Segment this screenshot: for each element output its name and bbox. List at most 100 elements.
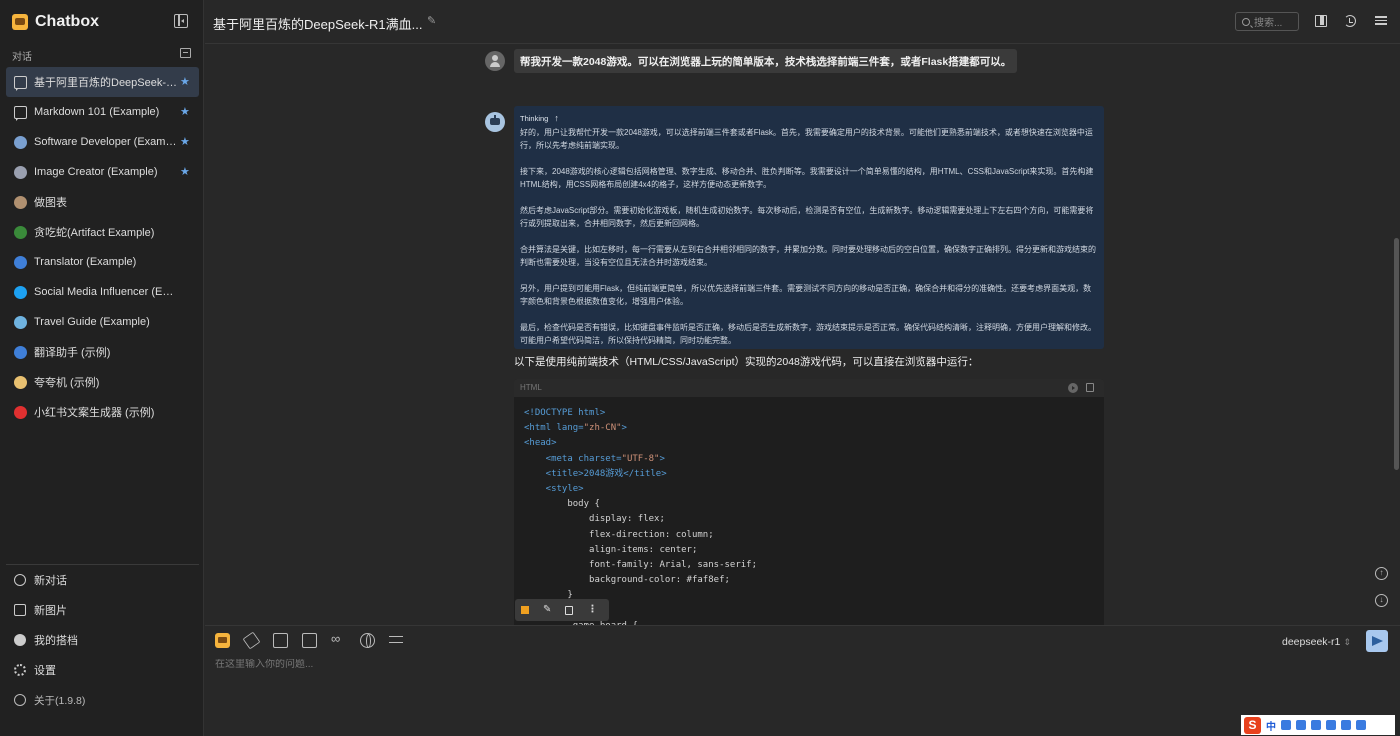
conversation-item[interactable]: Markdown 101 (Example) ★ bbox=[6, 97, 199, 127]
code-block: HTML <!DOCTYPE html> <html lang="zh-CN"> <… bbox=[514, 379, 1104, 625]
user-avatar bbox=[485, 51, 505, 71]
sidebar-bottom-label: 新对话 bbox=[34, 575, 67, 587]
conversation-item[interactable]: 基于阿里百炼的DeepSeek-R1满血版★ bbox=[6, 67, 199, 97]
settings-sliders-icon[interactable] bbox=[389, 633, 404, 648]
conversation-label: 基于阿里百炼的DeepSeek-R1满血版 bbox=[34, 77, 178, 89]
star-icon[interactable]: ★ bbox=[180, 75, 190, 88]
conversation-label: Social Media Influencer (Example) bbox=[34, 286, 178, 298]
stop-icon[interactable] bbox=[521, 606, 529, 614]
ime-mode[interactable]: 中 bbox=[1266, 718, 1276, 733]
model-selector[interactable]: deepseek-r1 ⇕ bbox=[1282, 636, 1351, 648]
chat-title: 基于阿里百炼的DeepSeek-R1满血... bbox=[213, 17, 423, 32]
archive-icon[interactable] bbox=[180, 48, 191, 58]
edit-title-icon[interactable]: ✎ bbox=[427, 16, 437, 27]
ime-skin-icon[interactable] bbox=[1326, 720, 1336, 730]
chatbox-logo-icon bbox=[12, 14, 28, 30]
ime-grid-icon[interactable] bbox=[1356, 720, 1366, 730]
search-placeholder: 搜索... bbox=[1254, 18, 1283, 29]
thinking-paragraph: 最后，检查代码是否有错误，比如键盘事件监听是否正确，移动后是否生成新数字，游戏结… bbox=[520, 323, 1096, 345]
more-options-icon[interactable]: ⋮ bbox=[587, 605, 597, 615]
message-input[interactable] bbox=[215, 659, 1215, 670]
ime-punctuation-icon[interactable] bbox=[1281, 720, 1291, 730]
copy-code-icon[interactable] bbox=[1086, 383, 1094, 392]
scroll-to-top-icon[interactable]: ↑ bbox=[1375, 567, 1388, 580]
sidebar-bottom-item[interactable]: 新对话 bbox=[6, 565, 199, 595]
conversation-item[interactable]: Social Media Influencer (Example) bbox=[6, 277, 199, 307]
conversation-item[interactable]: Travel Guide (Example) bbox=[6, 307, 199, 337]
conversation-item[interactable]: 小红书文案生成器 (示例) bbox=[6, 397, 199, 427]
code-line: align-items: center; bbox=[524, 544, 698, 555]
message-toolbar: ✎ ⋮ bbox=[515, 599, 609, 621]
prompt-library-icon[interactable] bbox=[215, 633, 230, 648]
thinking-paragraph: 好的，用户让我帮忙开发一款2048游戏，可以选择前端三件套或者Flask。首先，… bbox=[520, 128, 1093, 150]
star-icon[interactable]: ★ bbox=[180, 165, 190, 178]
conversation-item[interactable]: Image Creator (Example) ★ bbox=[6, 157, 199, 187]
attach-image-icon[interactable] bbox=[273, 633, 288, 648]
conversation-label: 做图表 bbox=[34, 197, 67, 209]
collapse-arrow-icon: ↑ bbox=[554, 113, 559, 123]
edit-message-icon[interactable]: ✎ bbox=[543, 605, 551, 615]
scroll-to-bottom-icon[interactable]: ↓ bbox=[1375, 594, 1388, 607]
collapse-sidebar-icon[interactable] bbox=[174, 14, 188, 28]
ime-logo-icon[interactable]: S bbox=[1244, 716, 1261, 734]
thinking-paragraph: 接下来，2048游戏的核心逻辑包括网格管理、数字生成、移动合并、胜负判断等。我需… bbox=[520, 167, 1094, 189]
search-icon bbox=[1242, 17, 1250, 26]
ime-voice-icon[interactable] bbox=[1296, 720, 1306, 730]
code-line: flex-direction: column; bbox=[524, 529, 714, 540]
plus-circle-icon bbox=[14, 574, 26, 586]
code-line: } bbox=[524, 590, 573, 601]
attach-file-icon[interactable] bbox=[302, 633, 317, 648]
thinking-content: 好的，用户让我帮忙开发一款2048游戏，可以选择前端三件套或者Flask。首先，… bbox=[520, 126, 1097, 347]
send-button[interactable] bbox=[1366, 630, 1388, 652]
sidebar-bottom-label: 设置 bbox=[34, 665, 56, 677]
header: 基于阿里百炼的DeepSeek-R1满血... ✎ 搜索... bbox=[205, 0, 1400, 44]
composer-toolbar bbox=[215, 631, 404, 650]
code-header: HTML bbox=[514, 379, 1104, 397]
thinking-paragraph: 另外，用户提到可能用Flask，但纯前端更简单，所以优先选择前端三件套。需要测试… bbox=[520, 284, 1092, 306]
thinking-label: Thinking bbox=[520, 114, 549, 123]
toggle-panel-icon[interactable] bbox=[1315, 15, 1327, 27]
clear-context-icon[interactable] bbox=[242, 631, 261, 650]
conversation-label: Software Developer (Example) bbox=[34, 136, 178, 148]
sidebar-bottom-item[interactable]: 设置 bbox=[6, 655, 199, 685]
robot-icon bbox=[14, 634, 26, 646]
chart-avatar-icon bbox=[14, 195, 27, 209]
conversations-section-label: 对话 bbox=[12, 52, 32, 63]
menu-icon[interactable] bbox=[1375, 14, 1387, 26]
history-icon[interactable] bbox=[1344, 15, 1356, 27]
conversation-item[interactable]: 贪吃蛇(Artifact Example) bbox=[6, 217, 199, 247]
conversation-label: Travel Guide (Example) bbox=[34, 316, 150, 328]
developer-avatar-icon bbox=[14, 135, 27, 149]
copy-message-icon[interactable] bbox=[565, 605, 574, 615]
run-code-icon[interactable] bbox=[1068, 383, 1078, 393]
user-message: 帮我开发一款2048游戏。可以在浏览器上玩的简单版本，技术栈选择前端三件套，或者… bbox=[514, 49, 1018, 73]
conversation-item[interactable]: 翻译助手 (示例) bbox=[6, 337, 199, 367]
ime-keyboard-icon[interactable] bbox=[1311, 720, 1321, 730]
code-line: display: flex; bbox=[524, 514, 665, 525]
sidebar-bottom-item[interactable]: 新图片 bbox=[6, 595, 199, 625]
star-icon[interactable]: ★ bbox=[180, 105, 190, 118]
code-line: font-family: Arial, sans-serif; bbox=[524, 559, 757, 570]
code-line: body { bbox=[524, 499, 600, 510]
conversation-item[interactable]: 做图表 bbox=[6, 187, 199, 217]
ime-toolbox-icon[interactable] bbox=[1341, 720, 1351, 730]
sidebar-bottom-item[interactable]: 关于(1.9.8) bbox=[6, 685, 199, 715]
assistant-avatar bbox=[485, 112, 505, 132]
sidebar-bottom-label: 我的搭档 bbox=[34, 635, 78, 647]
scrollbar[interactable] bbox=[1394, 238, 1399, 470]
search-button[interactable]: 搜索... bbox=[1235, 12, 1299, 31]
sidebar-bottom-label: 新图片 bbox=[34, 605, 67, 617]
thinking-toggle[interactable]: Thinking ↑ bbox=[520, 112, 1097, 124]
star-icon[interactable]: ★ bbox=[180, 135, 190, 148]
thinking-paragraph: 然后考虑JavaScript部分。需要初始化游戏板，随机生成初始数字。每次移动后… bbox=[520, 206, 1094, 228]
attach-link-icon[interactable] bbox=[331, 631, 346, 648]
web-search-icon[interactable] bbox=[360, 633, 375, 648]
conversation-item[interactable]: Software Developer (Example) ★ bbox=[6, 127, 199, 157]
snake-game-icon bbox=[14, 225, 27, 239]
conversation-item[interactable]: Translator (Example) bbox=[6, 247, 199, 277]
praise-avatar-icon bbox=[14, 375, 27, 389]
conversation-item[interactable]: 夸夸机 (示例) bbox=[6, 367, 199, 397]
sidebar-bottom-item[interactable]: 我的搭档 bbox=[6, 625, 199, 655]
new-image-icon bbox=[14, 604, 26, 616]
